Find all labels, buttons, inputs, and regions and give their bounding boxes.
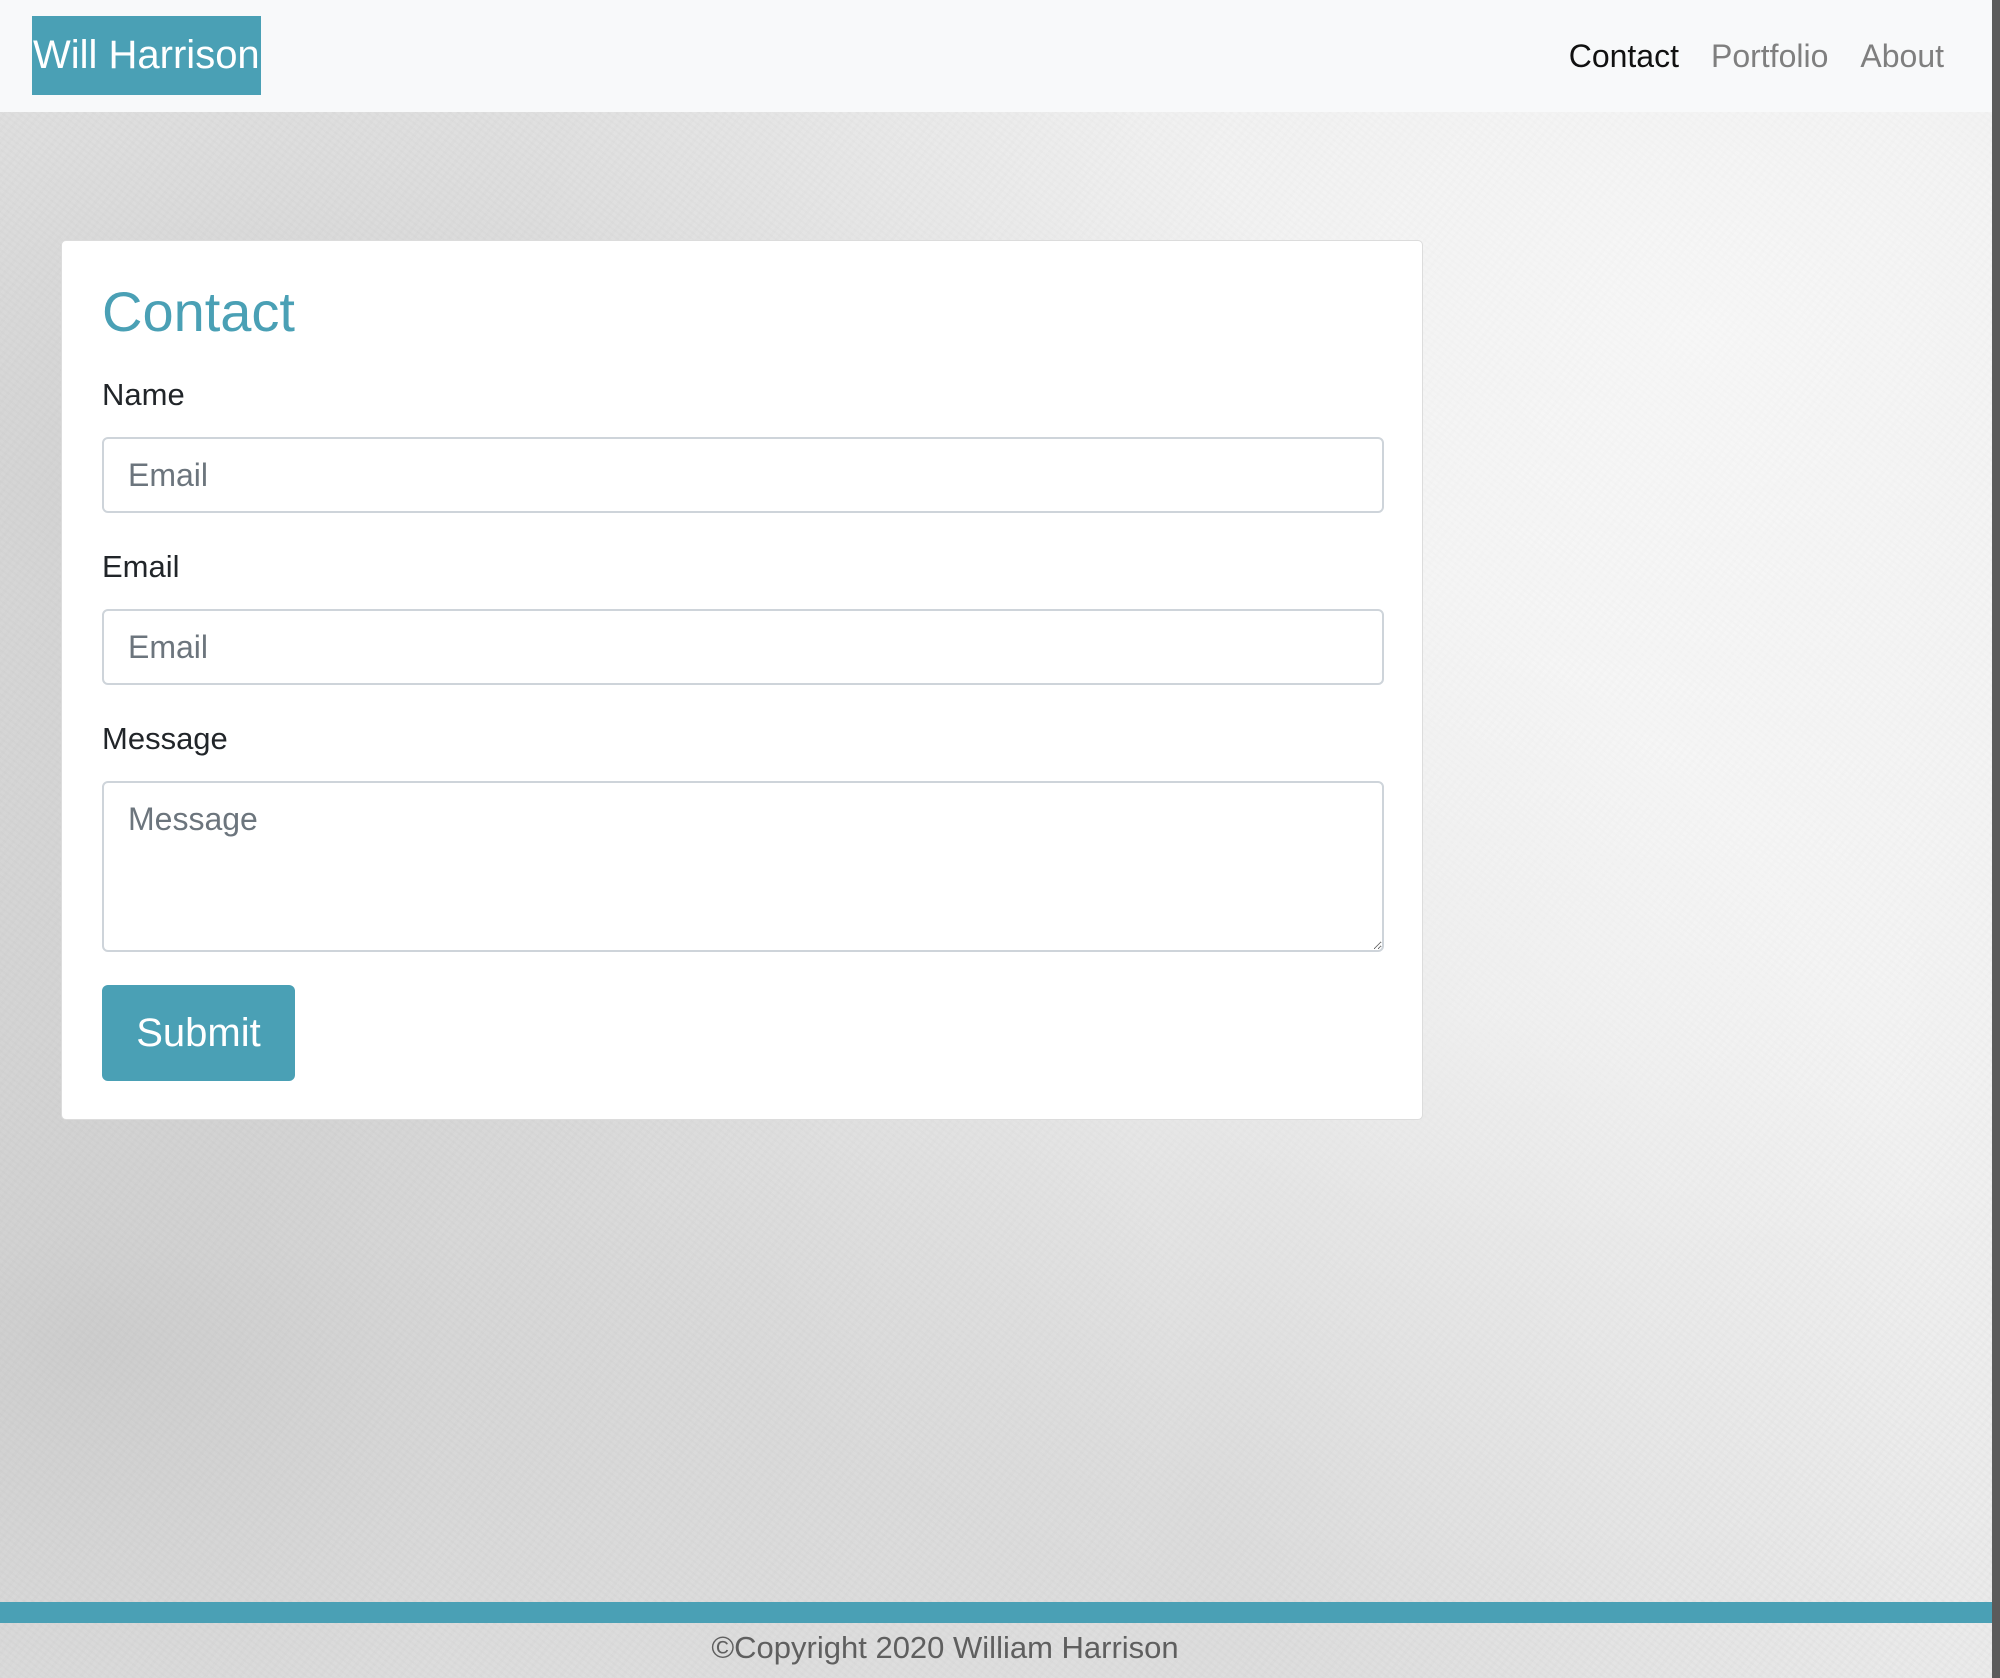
nav-link-portfolio[interactable]: Portfolio [1711,38,1828,75]
name-label: Name [102,377,185,412]
email-label: Email [102,549,180,584]
message-textarea[interactable] [102,781,1384,952]
submit-button[interactable]: Submit [102,985,295,1081]
footer-accent-bar [0,1602,1992,1623]
footer-copyright: ©Copyright 2020 William Harrison [711,1630,1179,1665]
contact-card: Contact Name Email Message Submit [61,240,1423,1120]
nav-link-about[interactable]: About [1860,38,1944,75]
message-label: Message [102,721,228,756]
page-title: Contact [102,280,295,343]
brand-logo-link[interactable]: Will Harrison [32,16,261,95]
navbar: Will Harrison Contact Portfolio About [0,0,1992,112]
window-edge [1992,0,2000,1678]
nav-links: Contact Portfolio About [1569,0,1944,112]
name-input[interactable] [102,437,1384,513]
nav-link-contact[interactable]: Contact [1569,38,1679,75]
email-input[interactable] [102,609,1384,685]
